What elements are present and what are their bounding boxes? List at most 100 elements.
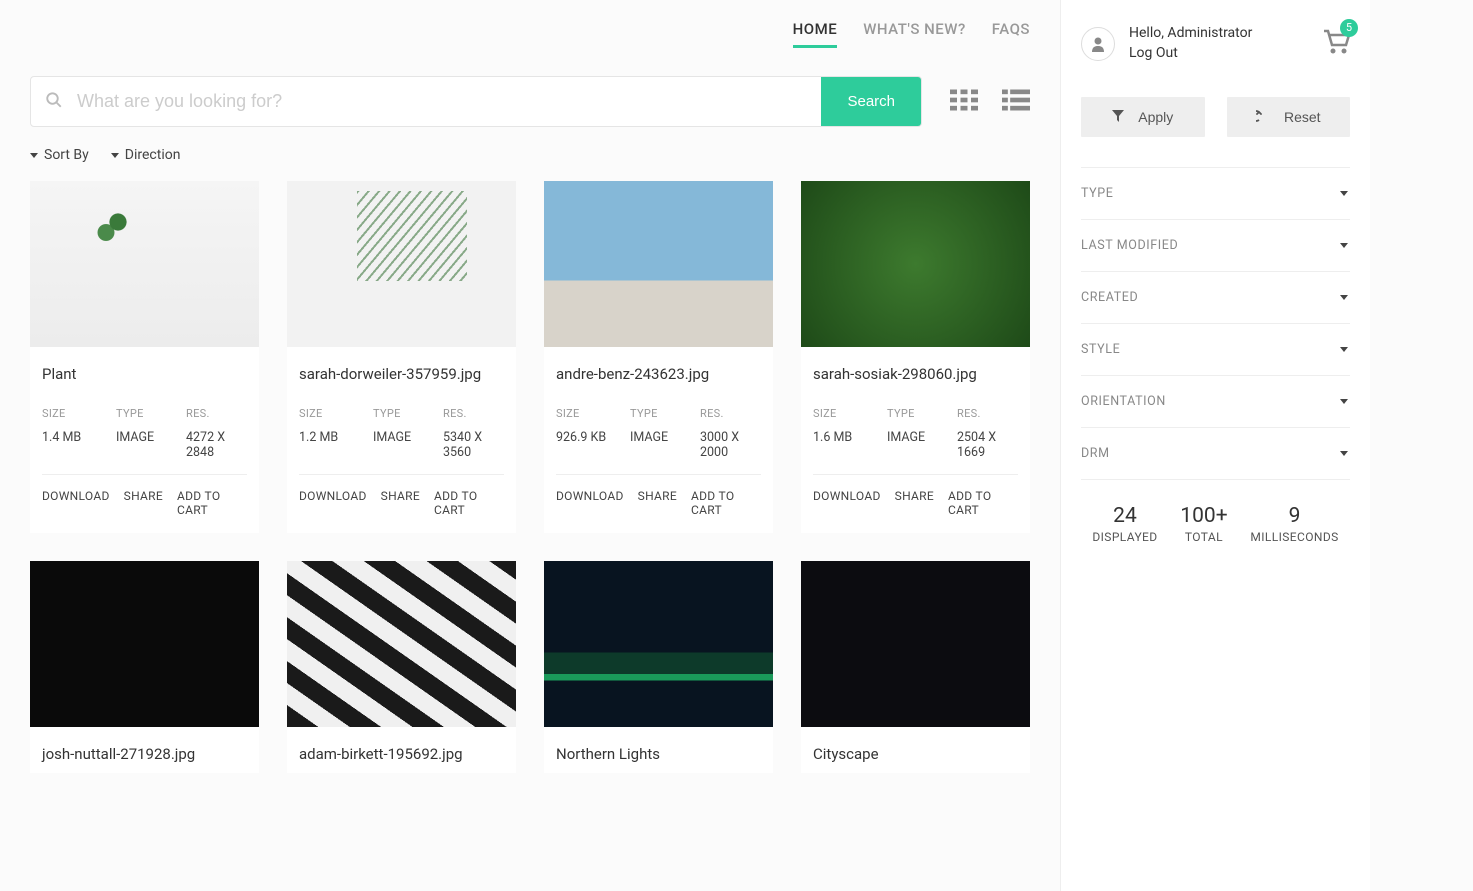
share-action[interactable]: SHARE: [124, 489, 163, 517]
thumbnail[interactable]: [287, 561, 516, 727]
meta-size-label: SIZE: [299, 407, 353, 420]
meta-type-value: IMAGE: [116, 430, 166, 445]
direction-dropdown[interactable]: Direction: [111, 147, 181, 163]
search-input[interactable]: [77, 77, 821, 126]
stat-total-label: TOTAL: [1180, 530, 1227, 544]
filter-label: TYPE: [1081, 186, 1113, 201]
nav-faqs[interactable]: FAQS: [992, 20, 1030, 46]
meta-res-label: RES.: [443, 407, 504, 420]
chevron-down-icon: [1340, 451, 1348, 456]
download-action[interactable]: DOWNLOAD: [299, 489, 367, 517]
share-action[interactable]: SHARE: [381, 489, 420, 517]
apply-button[interactable]: Apply: [1081, 97, 1205, 137]
avatar[interactable]: [1081, 27, 1115, 61]
meta-res-value: 4272 X 2848: [186, 430, 247, 460]
meta-size-label: SIZE: [813, 407, 867, 420]
sort-by-dropdown[interactable]: Sort By: [30, 147, 89, 163]
meta-res-label: RES.: [957, 407, 1018, 420]
chevron-down-icon: [1340, 191, 1348, 196]
meta-type-label: TYPE: [373, 407, 423, 420]
download-action[interactable]: DOWNLOAD: [42, 489, 110, 517]
thumbnail[interactable]: [30, 561, 259, 727]
filter-section-drm[interactable]: DRM: [1081, 427, 1350, 480]
asset-title: Cityscape: [813, 745, 1018, 763]
asset-card[interactable]: Cityscape: [801, 561, 1030, 773]
meta-type-value: IMAGE: [887, 430, 937, 445]
filter-section-type[interactable]: TYPE: [1081, 167, 1350, 219]
filter-label: DRM: [1081, 446, 1110, 461]
reset-button[interactable]: Reset: [1227, 97, 1351, 137]
cart-button[interactable]: 5: [1322, 29, 1350, 59]
meta-type-label: TYPE: [887, 407, 937, 420]
asset-title: adam-birkett-195692.jpg: [299, 745, 504, 763]
meta-res-value: 3000 X 2000: [700, 430, 761, 460]
thumbnail[interactable]: [30, 181, 259, 347]
filter-section-style[interactable]: STYLE: [1081, 323, 1350, 375]
asset-title: Northern Lights: [556, 745, 761, 763]
meta-size-value: 1.4 MB: [42, 430, 96, 445]
meta-size-value: 1.2 MB: [299, 430, 353, 445]
meta-type-value: IMAGE: [373, 430, 423, 445]
meta-res-value: 5340 X 3560: [443, 430, 504, 460]
meta-size-label: SIZE: [42, 407, 96, 420]
meta-res-label: RES.: [186, 407, 247, 420]
meta-size-value: 926.9 KB: [556, 430, 610, 445]
asset-title: sarah-sosiak-298060.jpg: [813, 365, 1018, 383]
filter-label: CREATED: [1081, 290, 1138, 305]
chevron-down-icon: [1340, 295, 1348, 300]
filter-section-orientation[interactable]: ORIENTATION: [1081, 375, 1350, 427]
thumbnail[interactable]: [544, 561, 773, 727]
filter-label: ORIENTATION: [1081, 394, 1166, 409]
filter-section-created[interactable]: CREATED: [1081, 271, 1350, 323]
filter-label: STYLE: [1081, 342, 1120, 357]
meta-type-value: IMAGE: [630, 430, 680, 445]
meta-type-label: TYPE: [116, 407, 166, 420]
search-icon: [31, 91, 77, 113]
grid-view-icon[interactable]: [950, 89, 978, 115]
asset-title: sarah-dorweiler-357959.jpg: [299, 365, 504, 383]
asset-title: Plant: [42, 365, 247, 383]
asset-card[interactable]: Plant SIZE 1.4 MB TYPE IMAGE RES. 4272 X 2848 D…: [30, 181, 259, 533]
thumbnail[interactable]: [801, 181, 1030, 347]
share-action[interactable]: SHARE: [638, 489, 677, 517]
nav-home[interactable]: HOME: [793, 20, 838, 46]
asset-title: josh-nuttall-271928.jpg: [42, 745, 247, 763]
add-to-cart-action[interactable]: ADD TO CART: [434, 489, 504, 517]
stat-displayed-value: 24: [1092, 504, 1157, 528]
add-to-cart-action[interactable]: ADD TO CART: [177, 489, 247, 517]
asset-card[interactable]: sarah-dorweiler-357959.jpg SIZE 1.2 MB TYPE…: [287, 181, 516, 533]
stat-displayed-label: DISPLAYED: [1092, 530, 1157, 544]
asset-card[interactable]: josh-nuttall-271928.jpg: [30, 561, 259, 773]
filter-icon: [1112, 109, 1124, 125]
asset-card[interactable]: sarah-sosiak-298060.jpg SIZE 1.6 MB TYPE IMA…: [801, 181, 1030, 533]
meta-res-label: RES.: [700, 407, 761, 420]
add-to-cart-action[interactable]: ADD TO CART: [691, 489, 761, 517]
meta-size-value: 1.6 MB: [813, 430, 867, 445]
asset-title: andre-benz-243623.jpg: [556, 365, 761, 383]
thumbnail[interactable]: [544, 181, 773, 347]
thumbnail[interactable]: [287, 181, 516, 347]
stat-total-value: 100+: [1180, 504, 1227, 528]
share-action[interactable]: SHARE: [895, 489, 934, 517]
chevron-down-icon: [1340, 399, 1348, 404]
user-greeting: Hello, Administrator: [1129, 24, 1252, 44]
meta-res-value: 2504 X 1669: [957, 430, 1018, 460]
stat-ms-value: 9: [1250, 504, 1338, 528]
chevron-down-icon: [1340, 347, 1348, 352]
search-button[interactable]: Search: [821, 77, 921, 126]
chevron-down-icon: [1340, 243, 1348, 248]
meta-size-label: SIZE: [556, 407, 610, 420]
download-action[interactable]: DOWNLOAD: [813, 489, 881, 517]
nav-whats-new[interactable]: WHAT'S NEW?: [863, 20, 966, 46]
list-view-icon[interactable]: [1002, 89, 1030, 115]
filter-section-last-modified[interactable]: LAST MODIFIED: [1081, 219, 1350, 271]
logout-link[interactable]: Log Out: [1129, 45, 1178, 61]
asset-card[interactable]: andre-benz-243623.jpgSIZE926.9 KBTYPEIMA…: [544, 181, 773, 533]
undo-icon: [1256, 109, 1270, 125]
thumbnail[interactable]: [801, 561, 1030, 727]
download-action[interactable]: DOWNLOAD: [556, 489, 624, 517]
add-to-cart-action[interactable]: ADD TO CART: [948, 489, 1018, 517]
asset-card[interactable]: Northern Lights: [544, 561, 773, 773]
asset-card[interactable]: adam-birkett-195692.jpg: [287, 561, 516, 773]
cart-badge: 5: [1340, 19, 1358, 37]
